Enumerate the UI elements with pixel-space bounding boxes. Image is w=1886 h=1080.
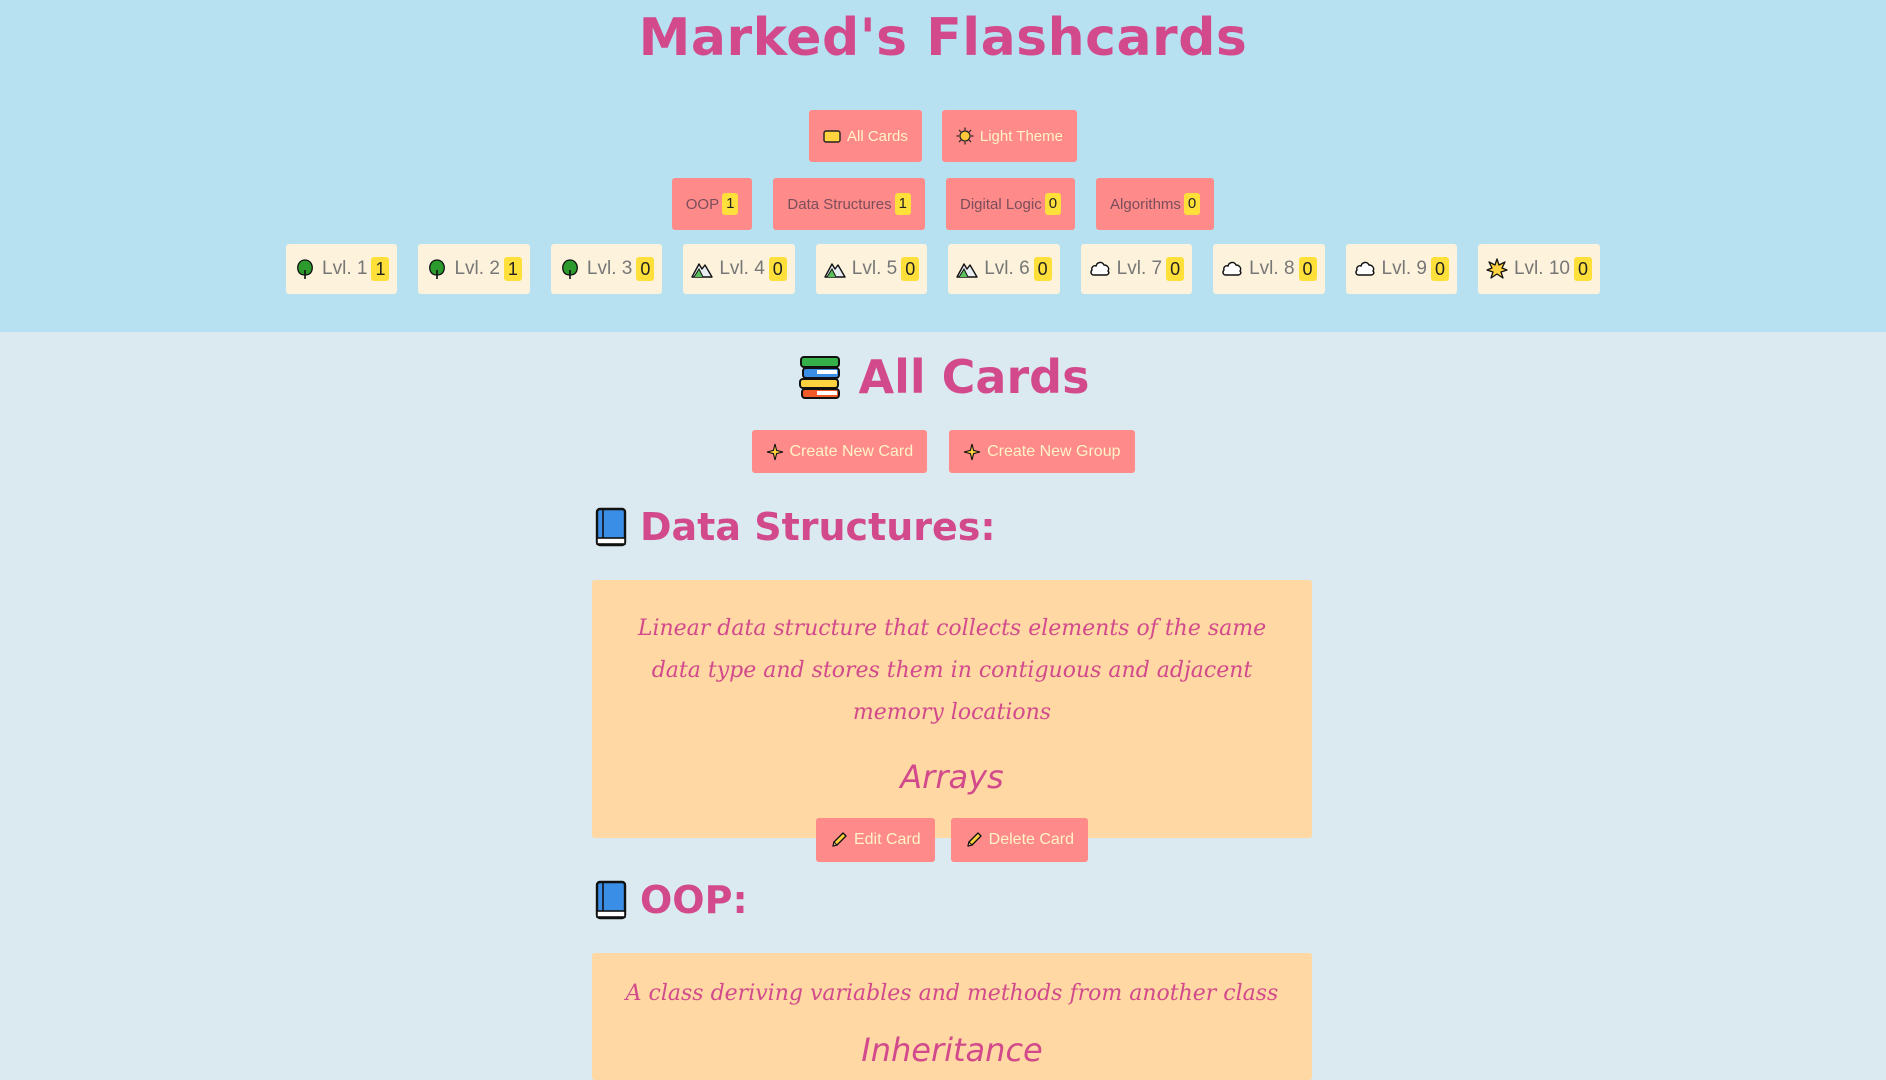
card-icon [823, 130, 841, 143]
count-badge: 0 [1044, 193, 1062, 215]
mountain-icon [691, 263, 714, 278]
count-badge: 1 [371, 257, 390, 281]
count-badge: 0 [901, 257, 920, 281]
count-badge: 0 [636, 257, 655, 281]
level-label: Lvl. 4 [719, 258, 765, 279]
level-button-3[interactable]: Lvl. 3 0 [550, 244, 663, 294]
create-group-button[interactable]: Create New Group [949, 430, 1135, 473]
all-cards-label: All Cards [847, 127, 908, 145]
level-label: Lvl. 2 [454, 258, 500, 279]
star-burst-icon [1486, 258, 1508, 279]
page-title-text: All Cards [858, 350, 1090, 404]
count-badge: 0 [1298, 257, 1317, 281]
group-button-algorithms[interactable]: Algorithms 0 [1096, 178, 1215, 230]
top-nav: All Cards Light Theme [0, 110, 1886, 162]
pencil-icon [966, 832, 982, 847]
delete-card-button[interactable]: Delete Card [950, 818, 1089, 862]
level-label: Lvl. 10 [1513, 258, 1570, 279]
tree-icon [297, 259, 313, 279]
page-title: All Cards [0, 350, 1886, 404]
book-icon [595, 507, 627, 547]
group-button-oop[interactable]: OOP 1 [671, 178, 753, 230]
theme-toggle-button[interactable]: Light Theme [941, 110, 1077, 162]
count-badge: 0 [1573, 257, 1592, 281]
count-badge: 1 [503, 257, 522, 281]
tree-icon [562, 259, 578, 279]
level-label: Lvl. 7 [1116, 258, 1163, 279]
group-heading-data-structures: Data Structures: [594, 505, 996, 549]
group-heading-text: OOP: [640, 878, 748, 922]
app-title: Marked's Flashcards [638, 8, 1248, 68]
level-label: Lvl. 6 [984, 258, 1030, 279]
count-badge: 0 [768, 257, 787, 281]
level-button-8[interactable]: Lvl. 8 0 [1213, 244, 1325, 294]
level-label: Lvl. 3 [586, 258, 633, 279]
create-actions: Create New Card Create New Group [0, 430, 1886, 473]
group-filter-bar: OOP 1 Data Structures 1 Digital Logic 0 … [0, 178, 1886, 230]
card-term: Arrays [900, 758, 1004, 796]
cloud-icon [1354, 261, 1375, 276]
mountain-icon [824, 263, 846, 278]
edit-card-button[interactable]: Edit Card [815, 818, 935, 862]
delete-card-label: Delete Card [988, 831, 1075, 848]
edit-card-label: Edit Card [853, 831, 921, 848]
count-badge: 0 [1033, 257, 1052, 281]
sparkle-icon [963, 443, 981, 460]
group-button-data-structures[interactable]: Data Structures 1 [773, 178, 925, 230]
group-label: OOP [685, 195, 720, 213]
count-badge: 1 [894, 193, 911, 215]
books-icon [798, 356, 840, 399]
level-button-9[interactable]: Lvl. 9 0 [1345, 244, 1457, 294]
card-definition: A class deriving variables and methods f… [625, 981, 1279, 1006]
level-button-6[interactable]: Lvl. 6 0 [948, 244, 1060, 294]
cloud-icon [1222, 261, 1242, 276]
theme-label: Light Theme [979, 127, 1063, 145]
count-badge: 0 [1430, 257, 1449, 281]
book-icon [595, 880, 627, 920]
create-card-label: Create New Card [789, 442, 914, 460]
all-cards-button[interactable]: All Cards [809, 110, 922, 162]
level-label: Lvl. 1 [322, 258, 368, 279]
sparkle-icon [766, 443, 783, 460]
count-badge: 0 [1166, 257, 1185, 281]
count-badge: 0 [1183, 193, 1201, 215]
count-badge: 1 [722, 193, 739, 215]
flashcard: Linear data structure that collects elem… [592, 580, 1312, 862]
create-card-button[interactable]: Create New Card [751, 430, 928, 473]
flashcard: A class deriving variables and methods f… [592, 953, 1312, 1080]
group-heading-oop: OOP: [594, 878, 748, 922]
level-button-2[interactable]: Lvl. 2 1 [418, 244, 530, 294]
card-definition: Linear data structure that collects elem… [637, 616, 1267, 725]
group-heading-text: Data Structures: [640, 505, 996, 549]
header: Marked's Flashcards All Cards Light Them… [0, 0, 1886, 332]
group-button-digital-logic[interactable]: Digital Logic 0 [945, 178, 1076, 230]
group-label: Data Structures [787, 195, 892, 213]
card-term: Inheritance [861, 1031, 1043, 1069]
group-label: Algorithms [1110, 195, 1181, 213]
cloud-icon [1089, 261, 1110, 276]
sun-icon [956, 127, 974, 145]
level-button-4[interactable]: Lvl. 4 0 [683, 244, 795, 294]
group-label: Digital Logic [959, 195, 1042, 213]
level-button-5[interactable]: Lvl. 5 0 [815, 244, 928, 294]
level-label: Lvl. 5 [851, 258, 898, 279]
card-actions: Edit Card Delete Card [592, 818, 1312, 862]
create-group-label: Create New Group [987, 442, 1121, 460]
pencil-icon [832, 832, 847, 847]
level-label: Lvl. 9 [1381, 258, 1427, 279]
level-label: Lvl. 8 [1249, 258, 1295, 279]
level-button-10[interactable]: Lvl. 10 0 [1477, 244, 1600, 294]
mountain-icon [956, 263, 978, 278]
level-button-1[interactable]: Lvl. 1 1 [286, 244, 398, 294]
tree-icon [429, 259, 446, 279]
level-button-7[interactable]: Lvl. 7 0 [1080, 244, 1193, 294]
level-filter-bar: Lvl. 1 1 Lvl. 2 1 Lvl. 3 0 Lvl. 4 0 Lvl.… [0, 244, 1886, 294]
